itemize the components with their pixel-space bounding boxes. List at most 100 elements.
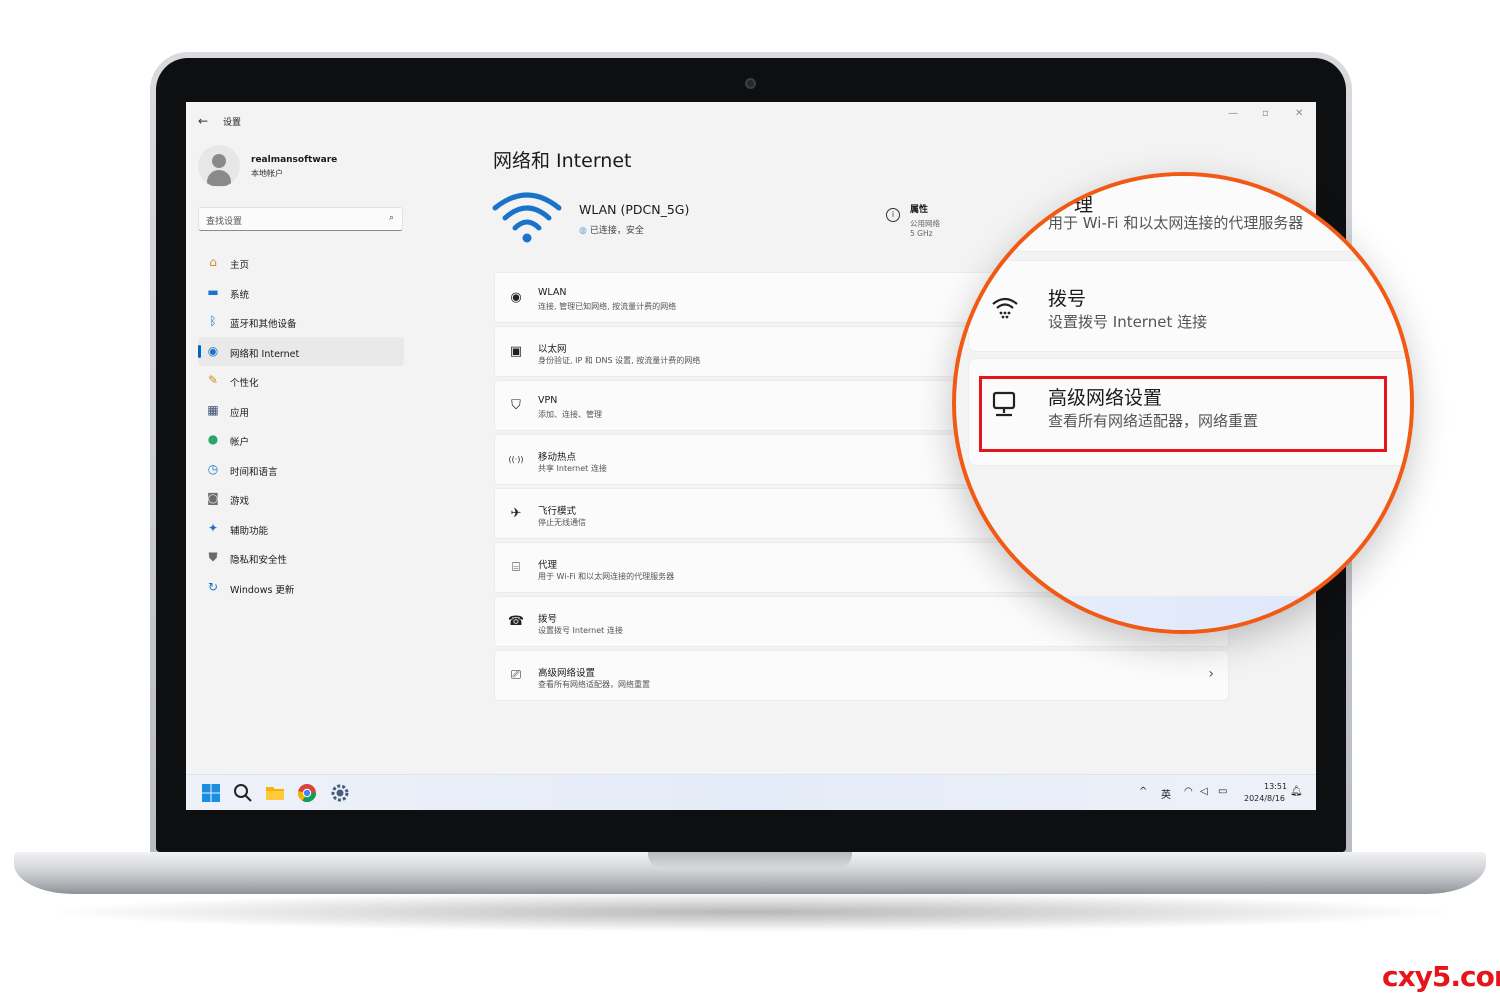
- sidebar-item-label: 系统: [230, 289, 250, 301]
- row-title: 高级网络设置: [538, 668, 596, 679]
- home-icon: ⌂: [209, 255, 217, 269]
- sidebar-item-label: 蓝牙和其他设备: [230, 319, 297, 330]
- clock-time[interactable]: 13:51: [1264, 782, 1287, 791]
- taskbar-search-icon[interactable]: [233, 783, 253, 803]
- window-title: 设置: [223, 118, 242, 128]
- row-title: 代理: [538, 560, 558, 571]
- minimize-icon[interactable]: —: [1228, 108, 1238, 119]
- volume-icon[interactable]: ◁: [1200, 786, 1208, 797]
- sidebar-item-label: 个性化: [230, 378, 259, 389]
- clock-date[interactable]: 2024/8/16: [1244, 794, 1285, 803]
- zoom-proxy-subtitle: 用于 Wi-Fi 和以太网连接的代理服务器: [1048, 214, 1304, 232]
- tray-wifi-icon[interactable]: ◠: [1184, 786, 1193, 797]
- account-icon: ●: [207, 432, 219, 446]
- dialup-icon: ☎: [507, 614, 525, 629]
- sidebar-item-1[interactable]: ▬ 系统: [198, 278, 404, 308]
- row-subtitle: 用于 Wi-Fi 和以太网连接的代理服务器: [538, 572, 675, 581]
- zoom-taskbar-strip: [956, 596, 1410, 630]
- connection-status-text: 已连接，安全: [589, 226, 644, 236]
- sidebar-nav: ⌂ 主页 ▬ 系统 ᛒ 蓝牙和其他设备 ◉ 网络和 Internet ✎ 个性化 ▦ 应用 ● 帐户 ◷ 时间…: [198, 248, 404, 602]
- tray-overflow-icon[interactable]: ^: [1139, 786, 1147, 797]
- advanced-network-icon: ⎚: [510, 668, 522, 683]
- properties-title[interactable]: 属性: [910, 202, 928, 215]
- chrome-icon[interactable]: [297, 783, 317, 803]
- watermark: cxy5.com: [1382, 960, 1500, 993]
- apps-icon: ▦: [207, 402, 219, 417]
- sidebar-item-5[interactable]: ▦ 应用: [198, 396, 404, 426]
- row-subtitle: 身份验证, IP 和 DNS 设置, 按流量计费的网络: [538, 356, 701, 365]
- battery-icon[interactable]: ▭: [1218, 786, 1227, 797]
- info-icon[interactable]: i: [886, 208, 900, 222]
- bluetooth-icon: ᛒ: [209, 314, 217, 328]
- magnifier-callout: 理 用于 Wi-Fi 和以太网连接的代理服务器 拨号 设置拨号 Internet…: [952, 172, 1414, 634]
- connection-name: WLAN (PDCN_5G): [579, 202, 690, 217]
- file-explorer-icon[interactable]: [265, 783, 285, 803]
- settings-row-7[interactable]: ⎚ 高级网络设置 查看所有网络适配器，网络重置 ›: [494, 650, 1229, 701]
- row-subtitle: 查看所有网络适配器，网络重置: [538, 680, 650, 689]
- sidebar-item-label: 应用: [230, 407, 250, 419]
- row-subtitle: 连接, 管理已知网络, 按流量计费的网络: [538, 302, 677, 311]
- sidebar-item-10[interactable]: ⛊ 隐私和安全性: [198, 543, 404, 573]
- search-placeholder: 查找设置: [206, 217, 243, 227]
- stage: ← 设置 — ▫ ✕ realmansoftware 本地帐户 查找设置 ⌕ ⌂…: [0, 0, 1500, 1000]
- notification-bell-icon[interactable]: 🔔︎: [1290, 786, 1303, 797]
- sidebar-item-0[interactable]: ⌂ 主页: [198, 248, 404, 278]
- sidebar-item-label: 辅助功能: [230, 525, 269, 537]
- sidebar-item-11[interactable]: ↻ Windows 更新: [198, 573, 404, 603]
- sidebar-item-6[interactable]: ● 帐户: [198, 425, 404, 455]
- sidebar-item-label: 帐户: [230, 437, 250, 448]
- windows-start-icon[interactable]: [201, 783, 221, 803]
- highlight-box: [979, 376, 1387, 452]
- row-subtitle: 添加、连接、管理: [538, 410, 602, 419]
- sidebar-item-label: 时间和语言: [230, 466, 278, 478]
- wifi-status-icon: [492, 192, 562, 243]
- sidebar-item-9[interactable]: ✦ 辅助功能: [198, 514, 404, 544]
- sidebar-item-label: 隐私和安全性: [230, 555, 288, 566]
- title-bar: ← 设置 — ▫ ✕: [186, 102, 1316, 136]
- settings-gear-icon[interactable]: [330, 783, 350, 803]
- webcam-icon: [745, 78, 756, 89]
- sidebar-item-2[interactable]: ᛒ 蓝牙和其他设备: [198, 307, 404, 337]
- airplane-icon: ✈: [510, 506, 522, 521]
- row-title: VPN: [538, 395, 558, 406]
- row-title: 以太网: [538, 344, 567, 355]
- proxy-icon: ⌸: [512, 560, 520, 575]
- search-input[interactable]: 查找设置 ⌕: [198, 207, 403, 231]
- sidebar-item-4[interactable]: ✎ 个性化: [198, 366, 404, 396]
- shield-icon: ⛊: [208, 550, 218, 564]
- vpn-shield-icon: ⛉: [511, 398, 521, 413]
- chevron-right-icon[interactable]: ›: [1208, 666, 1214, 682]
- zoom-dialup-title: 拨号: [1048, 288, 1087, 310]
- page-title: 网络和 Internet: [493, 150, 632, 172]
- account-type: 本地帐户: [251, 169, 283, 178]
- back-arrow-icon[interactable]: ←: [198, 114, 208, 128]
- ethernet-icon: ▣: [509, 344, 523, 359]
- sidebar-item-label: 游戏: [230, 496, 250, 507]
- search-icon[interactable]: ⌕: [389, 213, 394, 223]
- connection-status: ◍ 已连接，安全: [579, 223, 644, 236]
- wifi-icon: ◉: [510, 290, 522, 305]
- avatar: [198, 145, 240, 187]
- sidebar-item-3[interactable]: ◉ 网络和 Internet: [198, 336, 404, 366]
- gamepad-icon: ◙: [207, 491, 219, 505]
- row-title: 拨号: [538, 614, 558, 625]
- laptop-shadow: [40, 892, 1460, 932]
- globe-icon: ◍: [579, 226, 587, 236]
- globe-clock-icon: ◷: [207, 461, 219, 476]
- accessibility-icon: ✦: [207, 520, 219, 535]
- row-title: 移动热点: [538, 452, 577, 463]
- user-profile[interactable]: realmansoftware 本地帐户: [198, 145, 398, 189]
- ime-indicator[interactable]: 英: [1161, 786, 1171, 801]
- sidebar-item-7[interactable]: ◷ 时间和语言: [198, 455, 404, 485]
- sidebar-item-8[interactable]: ◙ 游戏: [198, 484, 404, 514]
- username: realmansoftware: [251, 155, 338, 165]
- row-title: 飞行模式: [538, 506, 577, 517]
- sidebar-item-label: 网络和 Internet: [230, 348, 300, 360]
- properties-network-type: 公用网络: [910, 219, 940, 228]
- row-subtitle: 停止无线通信: [538, 518, 586, 527]
- laptop-notch: [648, 852, 852, 868]
- zoom-dialup-subtitle: 设置拨号 Internet 连接: [1048, 313, 1208, 331]
- close-icon[interactable]: ✕: [1295, 108, 1303, 119]
- maximize-icon[interactable]: ▫: [1262, 108, 1269, 119]
- brush-icon: ✎: [207, 373, 219, 387]
